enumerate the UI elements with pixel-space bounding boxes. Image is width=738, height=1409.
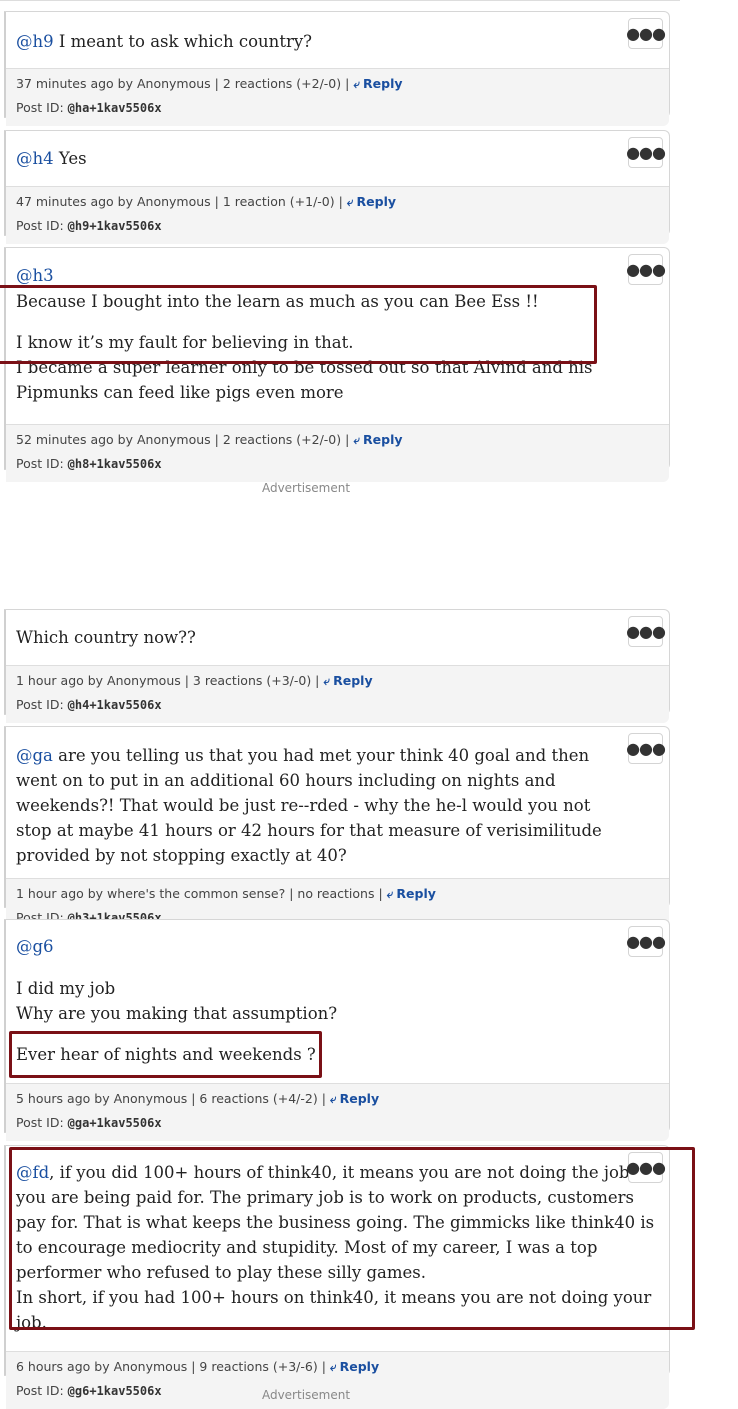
reply-arrow-icon: ⤶ xyxy=(329,1092,337,1106)
reply-arrow-icon: ⤶ xyxy=(353,433,361,447)
reply-button[interactable]: ⤶ Reply xyxy=(330,1359,379,1374)
post-id: @ga+1kav5506x xyxy=(67,1116,162,1130)
post-body: @fd, if you did 100+ hours of think40, i… xyxy=(6,1146,669,1345)
post-body: @h4 Yes xyxy=(6,131,669,186)
post-text: I did my job xyxy=(16,979,116,998)
comment-post: @h3 Because I bought into the learn as m… xyxy=(4,247,670,482)
reply-arrow-icon: ⤶ xyxy=(323,674,331,688)
reply-arrow-icon: ⤶ xyxy=(386,887,394,901)
post-menu-button[interactable]: ●●● xyxy=(626,1152,666,1183)
post-menu-button[interactable]: ●●● xyxy=(626,18,666,49)
post-meta: 37 minutes ago by Anonymous | 2 reaction… xyxy=(16,76,350,91)
reply-button[interactable]: ⤶ Reply xyxy=(323,673,372,688)
comment-post: @fd, if you did 100+ hours of think40, i… xyxy=(4,1145,670,1409)
ellipsis-icon: ●●● xyxy=(626,260,666,279)
post-body: @h9 I meant to ask which country? xyxy=(6,12,669,68)
comment-post: @h4 Yes ●●● 47 minutes ago by Anonymous … xyxy=(4,130,670,244)
reply-button[interactable]: ⤶ Reply xyxy=(330,1091,379,1106)
post-menu-button[interactable]: ●●● xyxy=(626,616,666,647)
post-id: @h8+1kav5506x xyxy=(67,457,162,471)
mention-link[interactable]: @ga xyxy=(16,746,53,765)
post-text: I meant to ask which country? xyxy=(58,32,312,51)
ellipsis-icon: ●●● xyxy=(626,622,666,641)
post-footer: 5 hours ago by Anonymous | 6 reactions (… xyxy=(6,1083,669,1141)
post-body: @h3 Because I bought into the learn as m… xyxy=(6,248,669,415)
post-text: Why are you making that assumption? xyxy=(16,1004,338,1023)
comment-post: @ga are you telling us that you had met … xyxy=(4,726,670,936)
reply-arrow-icon: ⤶ xyxy=(329,1360,337,1374)
mention-link[interactable]: @g6 xyxy=(16,937,54,956)
post-id-label: Post ID: xyxy=(16,1115,64,1130)
post-id: @h4+1kav5506x xyxy=(67,698,162,712)
reply-button[interactable]: ⤶ Reply xyxy=(387,886,436,901)
advertisement-label: Advertisement xyxy=(261,481,351,495)
post-text: Yes xyxy=(58,149,87,168)
post-footer: 52 minutes ago by Anonymous | 2 reaction… xyxy=(6,424,669,482)
reply-arrow-icon: ⤶ xyxy=(353,77,361,91)
post-text: Because I bought into the learn as much … xyxy=(16,292,539,311)
post-meta: 47 minutes ago by Anonymous | 1 reaction… xyxy=(16,194,343,209)
post-footer: 1 hour ago by Anonymous | 3 reactions (+… xyxy=(6,665,669,723)
mention-link[interactable]: @fd xyxy=(16,1163,49,1182)
comment-post: @g6 I did my job Why are you making that … xyxy=(4,919,670,1141)
post-id-label: Post ID: xyxy=(16,218,64,233)
post-id-label: Post ID: xyxy=(16,697,64,712)
ellipsis-icon: ●●● xyxy=(626,932,666,951)
mention-link[interactable]: @h9 xyxy=(16,32,54,51)
reply-arrow-icon: ⤶ xyxy=(346,195,354,209)
reply-button[interactable]: ⤶ Reply xyxy=(353,76,402,91)
reply-button[interactable]: ⤶ Reply xyxy=(347,194,396,209)
post-text: Ever hear of nights and weekends ? xyxy=(16,1045,316,1064)
post-meta: 52 minutes ago by Anonymous | 2 reaction… xyxy=(16,432,350,447)
post-body: Which country now?? xyxy=(6,610,669,665)
mention-link[interactable]: @h3 xyxy=(16,263,609,289)
post-menu-button[interactable]: ●●● xyxy=(626,137,666,168)
post-text: Which country now?? xyxy=(16,628,196,647)
post-id: @h9+1kav5506x xyxy=(67,219,162,233)
comment-post: @h9 I meant to ask which country? ●●● 37… xyxy=(4,11,670,126)
post-text: , if you did 100+ hours of think40, it m… xyxy=(16,1163,655,1332)
post-body: @g6 I did my job Why are you making that … xyxy=(6,920,669,1083)
post-id-label: Post ID: xyxy=(16,100,64,115)
post-footer: 47 minutes ago by Anonymous | 1 reaction… xyxy=(6,186,669,244)
advertisement-label: Advertisement xyxy=(261,1388,351,1402)
post-meta: 1 hour ago by Anonymous | 3 reactions (+… xyxy=(16,673,320,688)
post-text: I became a super learner only to be toss… xyxy=(16,358,593,402)
post-text: are you telling us that you had met your… xyxy=(16,746,602,865)
post-menu-button[interactable]: ●●● xyxy=(626,254,666,285)
reply-button[interactable]: ⤶ Reply xyxy=(353,432,402,447)
mention-link[interactable]: @h4 xyxy=(16,149,54,168)
previous-post-edge xyxy=(0,0,680,1)
post-menu-button[interactable]: ●●● xyxy=(626,733,666,764)
post-meta: 6 hours ago by Anonymous | 9 reactions (… xyxy=(16,1359,326,1374)
post-footer: 37 minutes ago by Anonymous | 2 reaction… xyxy=(6,68,669,126)
ellipsis-icon: ●●● xyxy=(626,739,666,758)
ellipsis-icon: ●●● xyxy=(626,24,666,43)
ellipsis-icon: ●●● xyxy=(626,1158,666,1177)
post-meta: 1 hour ago by where's the common sense? … xyxy=(16,886,383,901)
post-id-label: Post ID: xyxy=(16,456,64,471)
ellipsis-icon: ●●● xyxy=(626,143,666,162)
post-meta: 5 hours ago by Anonymous | 6 reactions (… xyxy=(16,1091,326,1106)
comment-post: Which country now?? ●●● 1 hour ago by An… xyxy=(4,609,670,723)
post-text: I know it’s my fault for believing in th… xyxy=(16,333,354,352)
post-menu-button[interactable]: ●●● xyxy=(626,926,666,957)
post-id: @ha+1kav5506x xyxy=(67,101,162,115)
post-body: @ga are you telling us that you had met … xyxy=(6,727,669,878)
